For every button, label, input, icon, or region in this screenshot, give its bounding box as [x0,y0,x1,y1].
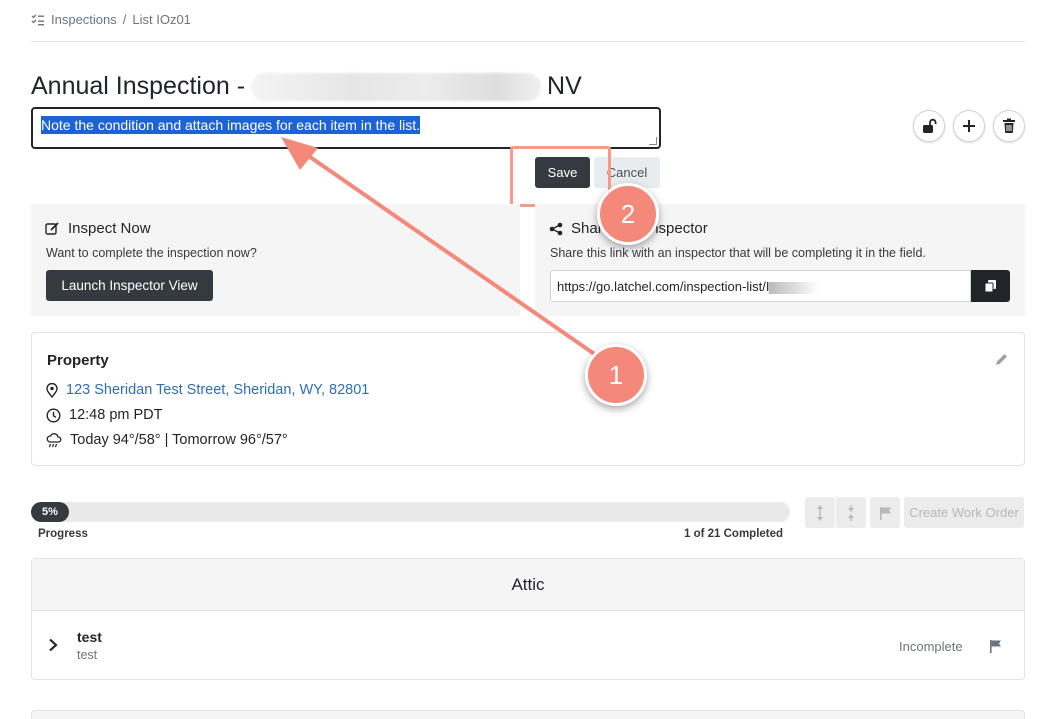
breadcrumb-root-link[interactable]: Inspections [51,12,117,27]
inspect-now-subtitle: Want to complete the inspection now? [46,246,257,260]
property-address-link[interactable]: 123 Sheridan Test Street, Sheridan, WY, … [66,382,369,398]
trash-icon [1003,118,1015,133]
collapse-all-button[interactable] [836,497,866,528]
page-title-prefix: Annual Inspection - [31,72,246,100]
section-attic: Attic test test Incomplete [31,558,1025,680]
chevron-right-icon[interactable] [48,638,58,652]
annotation-badge-2: 2 [597,183,659,245]
map-pin-icon [46,382,58,398]
breadcrumb: Inspections / List IOz01 [31,12,191,27]
copy-link-button[interactable] [971,270,1010,302]
page-title-suffix: NV [547,72,582,100]
flag-filter-button[interactable] [870,497,900,528]
annotation-badge-1: 1 [585,344,647,406]
resize-handle[interactable] [649,137,657,145]
copy-icon [984,280,996,293]
property-time-row: 12:48 pm PDT [46,407,163,423]
list-item-subtitle: test [77,648,98,662]
expand-all-button[interactable] [805,497,835,528]
create-work-order-button[interactable]: Create Work Order [904,497,1024,528]
inspect-now-title: Inspect Now [45,220,151,237]
launch-inspector-view-button[interactable]: Launch Inspector View [46,270,213,301]
rain-cloud-icon [46,432,62,447]
redacted-link-tail [769,281,820,294]
progress-label: Progress [38,528,88,540]
list-item-status: Incomplete [899,639,963,654]
share-link-input[interactable]: https://go.latchel.com/inspection-list/I [550,270,971,302]
share-subtitle: Share this link with an inspector that w… [550,246,926,260]
next-section-card [31,710,1025,719]
list-item-title[interactable]: test [77,629,102,645]
expand-all-icon [817,504,823,521]
delete-button[interactable] [993,110,1025,142]
plus-icon [963,120,975,132]
property-heading: Property [47,352,109,369]
edit-icon [45,222,59,235]
share-icon [549,222,563,235]
progress-fill: 5% [31,502,69,522]
progress-completed-count: 1 of 21 Completed [684,528,784,540]
section-title: Attic [32,559,1024,611]
checklist-icon [31,14,44,25]
add-button[interactable] [953,110,985,142]
progress-bar: 5% [31,502,790,522]
breadcrumb-separator: / [122,12,127,27]
unlock-button[interactable] [913,110,945,142]
header-divider [31,41,1025,42]
property-card: Property 123 Sheridan Test Street, Sheri… [31,332,1025,466]
breadcrumb-current: List IOz01 [132,12,191,27]
flag-icon[interactable] [989,639,1002,653]
description-text: Note the condition and attach images for… [41,116,420,134]
clock-icon [46,407,61,423]
redacted-property-name [251,72,542,101]
property-address-row[interactable]: 123 Sheridan Test Street, Sheridan, WY, … [46,382,369,398]
inspect-now-panel: Inspect Now Want to complete the inspect… [31,204,520,316]
property-weather-row: Today 94°/58° | Tomorrow 96°/57° [46,432,288,448]
pencil-icon[interactable] [994,352,1009,367]
flag-icon [879,506,891,520]
collapse-all-icon [848,504,854,521]
page-title: Annual Inspection - NV [31,72,582,101]
description-textarea[interactable]: Note the condition and attach images for… [31,107,661,149]
unlock-icon [923,118,937,133]
annotation-highlight-box [510,146,611,207]
